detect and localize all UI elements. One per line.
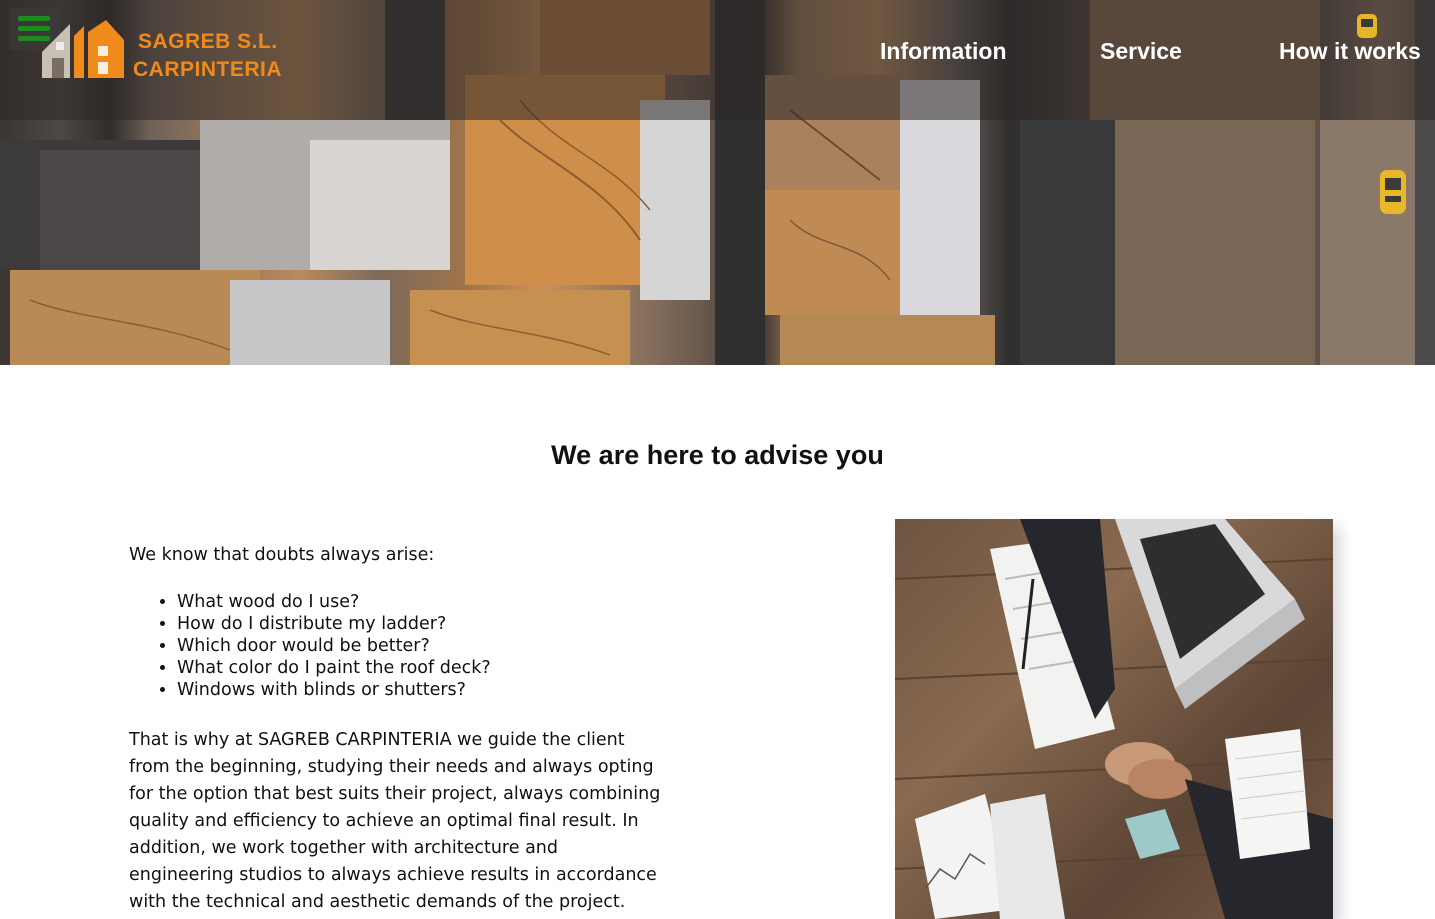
brand-name: SAGREB S.L.	[138, 30, 278, 53]
list-item: What wood do I use?	[177, 591, 669, 613]
brand-logo[interactable]: SAGREB S.L. CARPINTERIA	[40, 18, 300, 88]
list-item: Which door would be better?	[177, 635, 669, 657]
section-title: We are here to advise you	[551, 440, 884, 471]
business-meeting-image	[895, 519, 1333, 919]
house-logo-icon	[42, 20, 124, 78]
hero-banner: SAGREB S.L. CARPINTERIA Information Serv…	[0, 0, 1435, 365]
taxi-toy-image	[1380, 170, 1406, 214]
list-item: What color do I paint the roof deck?	[177, 657, 669, 679]
list-item: How do I distribute my ladder?	[177, 613, 669, 635]
nav-link-service[interactable]: Service	[1100, 38, 1182, 72]
handshake-photo	[895, 519, 1333, 919]
list-item: Windows with blinds or shutters?	[177, 679, 669, 701]
questions-list: What wood do I use? How do I distribute …	[129, 591, 669, 701]
taxi-toy-image	[1357, 14, 1377, 38]
intro-text: We know that doubts always arise:	[129, 545, 435, 565]
brand-tagline: CARPINTERIA	[133, 58, 283, 81]
advice-text-column: We know that doubts always arise: What w…	[129, 543, 669, 916]
nav-link-information[interactable]: Information	[880, 38, 1007, 72]
nav-link-how-it-works[interactable]: How it works	[1279, 38, 1421, 72]
body-paragraph: That is why at SAGREB CARPINTERIA we gui…	[129, 730, 661, 912]
